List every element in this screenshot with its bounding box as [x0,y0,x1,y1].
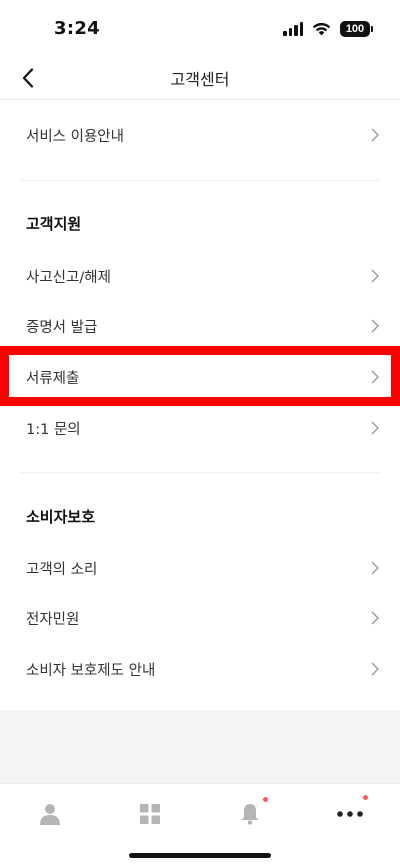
wifi-icon [312,22,331,36]
signal-icon [283,22,303,36]
status-time: 3:24 [54,18,100,39]
chevron-right-icon [371,421,379,435]
menu-item-protection-guide[interactable]: 소비자 보호제도 안내 [0,644,400,694]
more-badge [363,795,368,800]
tab-more[interactable] [325,794,375,834]
grid-icon [140,804,160,824]
footer-spacer [0,710,400,783]
menu-item-customer-voice[interactable]: 고객의 소리 [0,543,400,593]
menu-item-accident-report[interactable]: 사고신고/해제 [0,251,400,301]
menu-item-label: 사고신고/해제 [26,269,111,286]
chevron-right-icon [371,269,379,283]
menu-item-inquiry[interactable]: 1:1 문의 [0,403,400,453]
tab-notifications[interactable] [225,794,275,834]
chevron-right-icon [371,128,379,142]
notification-badge [263,797,268,802]
chevron-right-icon [371,319,379,333]
menu-item-label: 서비스 이용안내 [26,128,124,145]
menu-item-service-guide[interactable]: 서비스 이용안내 [0,110,400,160]
menu-item-label: 소비자 보호제도 안내 [26,662,156,679]
menu-item-label: 전자민원 [26,611,80,628]
status-bar: 3:24 100 [0,0,400,56]
divider [20,180,380,181]
menu-item-label: 증명서 발급 [26,319,98,336]
section-header-protection: 소비자보호 [26,508,96,526]
menu-item-certificate[interactable]: 증명서 발급 [0,301,400,351]
menu-item-document-submit[interactable]: 서류제출 [0,352,400,402]
home-indicator [129,853,271,858]
chevron-right-icon [371,611,379,625]
chevron-right-icon [371,370,379,384]
chevron-right-icon [371,662,379,676]
menu-item-label: 서류제출 [26,370,80,387]
divider [20,472,380,473]
chevron-right-icon [371,561,379,575]
more-icon [337,811,363,817]
section-header-support: 고객지원 [26,215,82,233]
menu-item-e-complaint[interactable]: 전자민원 [0,593,400,643]
tab-my[interactable] [25,794,75,834]
page-title: 고객센터 [170,70,230,89]
menu-item-label: 1:1 문의 [26,421,81,438]
nav-header: 고객센터 [0,56,400,100]
person-icon [40,804,60,825]
status-icons: 100 [283,21,373,37]
menu-item-label: 고객의 소리 [26,561,98,578]
tab-menu[interactable] [125,794,175,834]
battery-icon: 100 [340,21,373,37]
bell-icon [241,804,259,825]
